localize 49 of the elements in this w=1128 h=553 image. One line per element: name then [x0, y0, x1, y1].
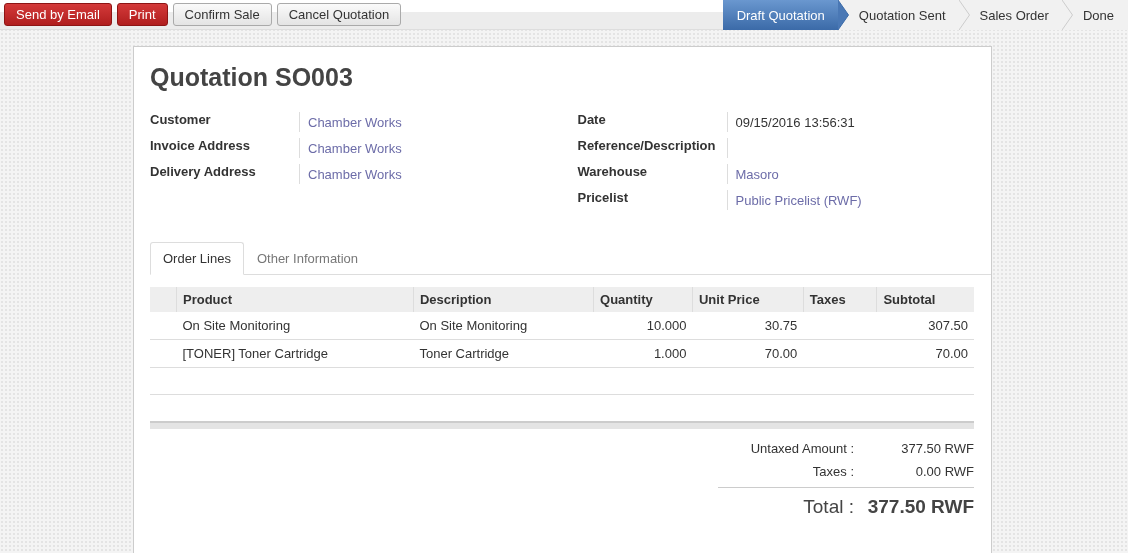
- total-value: 377.50 RWF: [900, 441, 974, 456]
- total-value: 0.00 RWF: [914, 464, 974, 479]
- table-cell: 30.75: [692, 312, 804, 340]
- table-cell: On Site Monitoring: [176, 312, 414, 340]
- field-label: Reference/Description: [577, 138, 728, 158]
- status-step[interactable]: Done: [1072, 0, 1128, 30]
- table-cell: 1.000: [593, 339, 693, 368]
- column-header[interactable]: Taxes: [803, 287, 877, 312]
- action-button[interactable]: Print: [116, 3, 168, 26]
- total-label: Taxes :: [811, 464, 854, 479]
- field-link[interactable]: Public Pricelist (RWF): [727, 190, 975, 210]
- field-link[interactable]: Chamber Works: [300, 112, 548, 132]
- table-cell: 70.00: [876, 339, 974, 368]
- chevron-icon: [1061, 0, 1073, 30]
- status-step[interactable]: Quotation Sent: [848, 0, 970, 30]
- column-header[interactable]: Unit Price: [692, 287, 804, 312]
- field-label: Warehouse: [577, 164, 728, 184]
- chevron-icon: [958, 0, 970, 30]
- table-cell: 307.50: [876, 312, 974, 340]
- tab[interactable]: Order Lines: [150, 242, 244, 275]
- column-header[interactable]: Subtotal: [876, 287, 974, 312]
- field-value: 09/15/2016 13:56:31: [734, 114, 856, 132]
- action-button[interactable]: Send by Email: [4, 3, 112, 26]
- field-label: Invoice Address: [150, 138, 300, 158]
- total-label: Total :: [802, 496, 854, 518]
- tab[interactable]: Other Information: [243, 242, 372, 275]
- table-cell: 70.00: [692, 339, 804, 368]
- status-step[interactable]: Sales Order: [969, 0, 1073, 30]
- field-label: Customer: [150, 112, 300, 132]
- total-value: 377.50 RWF: [866, 496, 974, 518]
- column-header[interactable]: Product: [176, 287, 414, 312]
- table-cell: Toner Cartridge: [413, 339, 594, 368]
- status-step[interactable]: Draft Quotation: [722, 0, 849, 30]
- table-cell: 10.000: [593, 312, 693, 340]
- field-label: Date: [577, 112, 728, 132]
- table-cell: On Site Monitoring: [413, 312, 594, 340]
- total-label: Untaxed Amount :: [749, 441, 854, 456]
- chevron-icon: [837, 0, 849, 30]
- quotation-title: Quotation SO003: [150, 63, 354, 92]
- action-button[interactable]: Confirm Sale: [172, 3, 272, 26]
- column-header[interactable]: Description: [413, 287, 594, 312]
- field-label: Pricelist: [577, 190, 728, 210]
- column-header[interactable]: Quantity: [593, 287, 693, 312]
- action-button[interactable]: Cancel Quotation: [276, 3, 402, 26]
- table-cell: [TONER] Toner Cartridge: [176, 339, 414, 368]
- field-link[interactable]: Masoro: [727, 164, 975, 184]
- field-link[interactable]: Chamber Works: [300, 164, 548, 184]
- field-label: Delivery Address: [150, 164, 300, 184]
- field-link[interactable]: Chamber Works: [300, 138, 548, 158]
